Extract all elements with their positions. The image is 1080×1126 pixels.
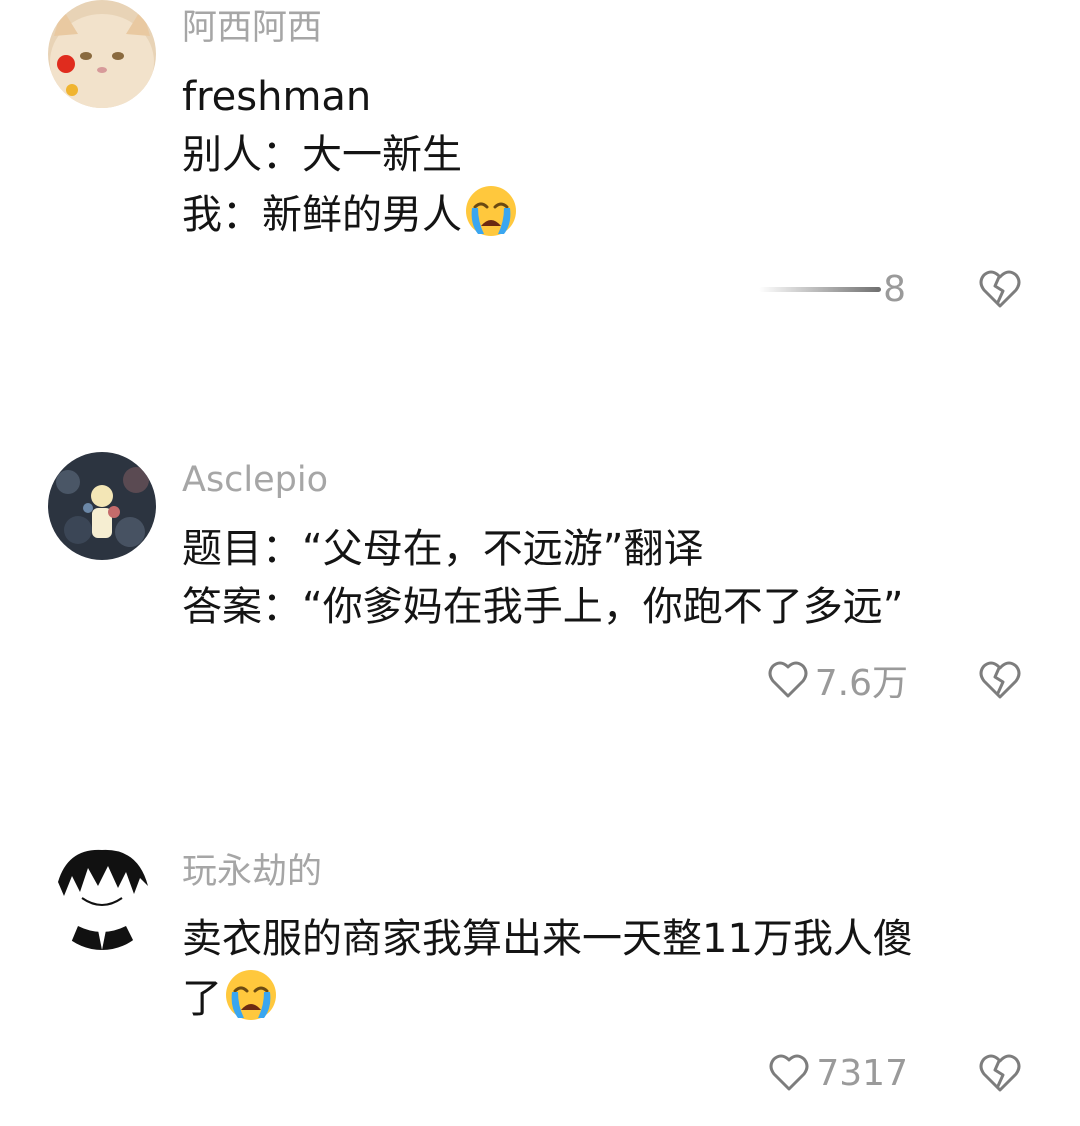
like-button[interactable]: 7317	[768, 1053, 908, 1094]
broken-heart-icon[interactable]	[978, 1052, 1022, 1094]
comment-actions: 7317	[768, 1050, 1022, 1096]
heart-outline-icon	[769, 1054, 809, 1091]
comment-line: 卖衣服的商家我算出来一天整11万我人傻	[182, 916, 913, 962]
avatar[interactable]	[48, 452, 156, 560]
comment-item: 玩永劫的 卖衣服的商家我算出来一天整11万我人傻 了 7317	[0, 842, 1080, 1126]
comment-line: 题目：“父母在，不远游”翻译	[182, 526, 704, 572]
broken-heart-icon[interactable]	[978, 268, 1022, 310]
comment-line: 答案：“你爹妈在我手上，你跑不了多远”	[182, 584, 904, 630]
comment-line: 别人：大一新生	[182, 132, 462, 178]
like-count: 7317	[816, 1052, 908, 1094]
avatar[interactable]	[48, 842, 156, 950]
like-button[interactable]: 8	[759, 269, 906, 310]
comment-line: 我：新鲜的男人	[182, 184, 1020, 244]
comment-actions: 8	[759, 266, 1022, 312]
comment-actions: 7.6万	[767, 654, 1022, 706]
comment-line: freshman	[182, 74, 372, 120]
like-count: 8	[883, 268, 906, 310]
comment-text: freshman 别人：大一新生 我：新鲜的男人	[182, 68, 1020, 244]
crying-face-emoji-icon	[466, 186, 516, 236]
comment-text: 卖衣服的商家我算出来一天整11万我人傻 了	[182, 910, 1020, 1028]
heart-outline-icon	[768, 661, 808, 698]
like-count: 7.6万	[814, 663, 908, 704]
avatar[interactable]	[48, 0, 156, 108]
comment-item: 阿西阿西 freshman 别人：大一新生 我：新鲜的男人 8	[0, 0, 1080, 420]
crying-face-emoji-icon	[226, 970, 276, 1020]
username[interactable]: Asclepio	[182, 458, 328, 502]
like-animation	[759, 286, 882, 292]
like-button[interactable]: 7.6万	[767, 654, 908, 706]
comment-text: 题目：“父母在，不远游”翻译 答案：“你爹妈在我手上，你跑不了多远”	[182, 520, 1020, 636]
username[interactable]: 阿西阿西	[182, 6, 322, 50]
comment-line: 了	[182, 968, 1020, 1028]
comment-item: Asclepio 题目：“父母在，不远游”翻译 答案：“你爹妈在我手上，你跑不了…	[0, 450, 1080, 750]
username[interactable]: 玩永劫的	[182, 850, 322, 894]
broken-heart-icon[interactable]	[978, 659, 1022, 701]
